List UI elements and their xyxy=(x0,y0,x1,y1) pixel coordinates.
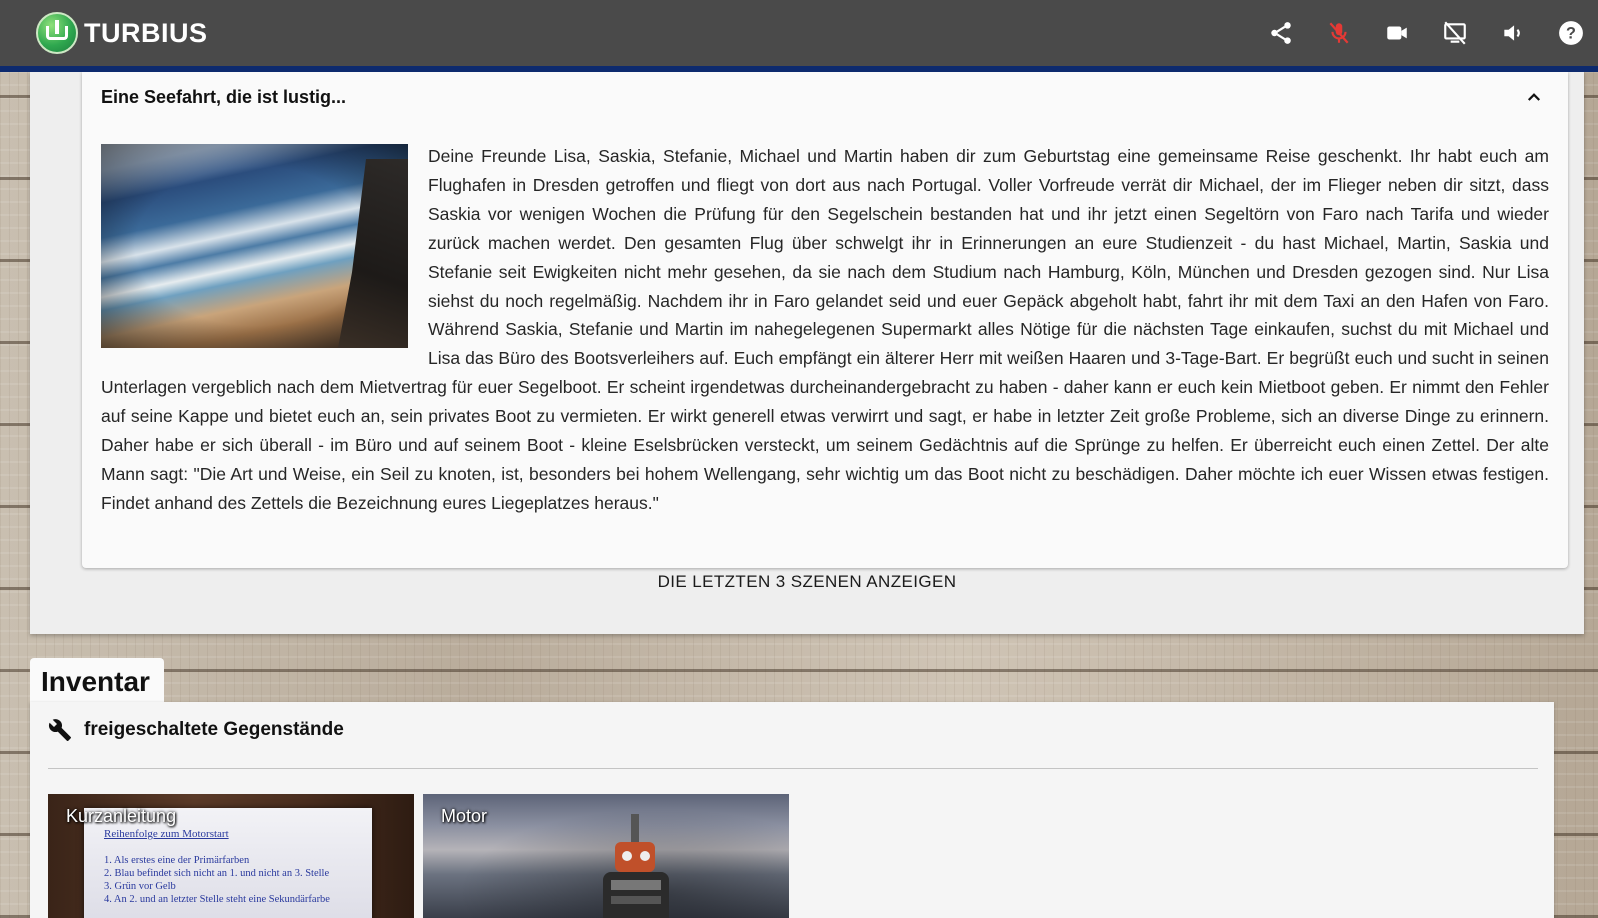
show-last-scenes-button[interactable]: DIE LETZTEN 3 SZENEN ANZEIGEN xyxy=(30,572,1584,592)
screen-share-toggle-button[interactable] xyxy=(1438,16,1472,50)
screen-share-off-icon xyxy=(1444,21,1466,45)
inventory-item-motor[interactable]: Motor xyxy=(423,794,789,918)
help-button[interactable]: ? xyxy=(1554,16,1588,50)
scene-body: Deine Freunde Lisa, Saskia, Stefanie, Mi… xyxy=(82,122,1568,518)
camera-toggle-button[interactable] xyxy=(1380,16,1414,50)
scene-title: Eine Seefahrt, die ist lustig... xyxy=(101,86,347,107)
manual-paper-title: Reihenfolge zum Motorstart xyxy=(104,828,229,840)
microphone-toggle-button[interactable] xyxy=(1322,16,1356,50)
svg-text:?: ? xyxy=(1566,24,1576,42)
beach-image xyxy=(101,144,408,348)
manual-paper-line: 1. Als erstes eine der Primärfarben xyxy=(104,855,250,866)
scene-card-header[interactable]: Eine Seefahrt, die ist lustig... xyxy=(82,72,1568,122)
chevron-up-icon xyxy=(1527,93,1541,101)
inventory-tab[interactable]: Inventar xyxy=(30,658,164,706)
video-camera-icon xyxy=(1387,26,1407,40)
share-icon xyxy=(1271,22,1291,44)
inventory-subtitle: freigeschaltete Gegenstände xyxy=(84,719,344,740)
inventory-panel: freigeschaltete Gegenstände Kurzanleitun… xyxy=(30,702,1554,918)
inventory-item-kurzanleitung[interactable]: Kurzanleitung Reihenfolge zum Motorstart… xyxy=(48,794,414,918)
item-label: Kurzanleitung xyxy=(66,806,177,826)
divider xyxy=(48,768,1538,769)
volume-button[interactable] xyxy=(1496,16,1530,50)
item-label: Motor xyxy=(441,806,488,826)
brand-name: TURBIUS xyxy=(84,17,208,48)
manual-paper-line: 4. An 2. und an letzter Stelle steht ein… xyxy=(104,894,330,905)
top-app-bar: TURBIUS ? xyxy=(0,0,1598,72)
volume-icon xyxy=(1504,25,1520,41)
story-panel: Eine Seefahrt, die ist lustig... Deine F… xyxy=(30,72,1584,634)
motor-image xyxy=(603,814,669,918)
scene-card: Eine Seefahrt, die ist lustig... Deine F… xyxy=(82,72,1568,568)
manual-paper-line: 2. Blau befindet sich nicht an 1. und ni… xyxy=(104,868,330,879)
wrench-icon xyxy=(48,719,71,741)
inventory-header: freigeschaltete Gegenstände xyxy=(48,718,344,742)
collapse-button[interactable] xyxy=(1520,83,1548,111)
manual-paper-line: 3. Grün vor Gelb xyxy=(104,881,176,892)
toolbar-icons: ? xyxy=(1264,16,1588,50)
microphone-off-icon xyxy=(1329,22,1349,44)
help-icon: ? xyxy=(1559,21,1583,45)
share-button[interactable] xyxy=(1264,16,1298,50)
logo-icon xyxy=(36,12,78,54)
brand[interactable]: TURBIUS xyxy=(36,12,208,54)
